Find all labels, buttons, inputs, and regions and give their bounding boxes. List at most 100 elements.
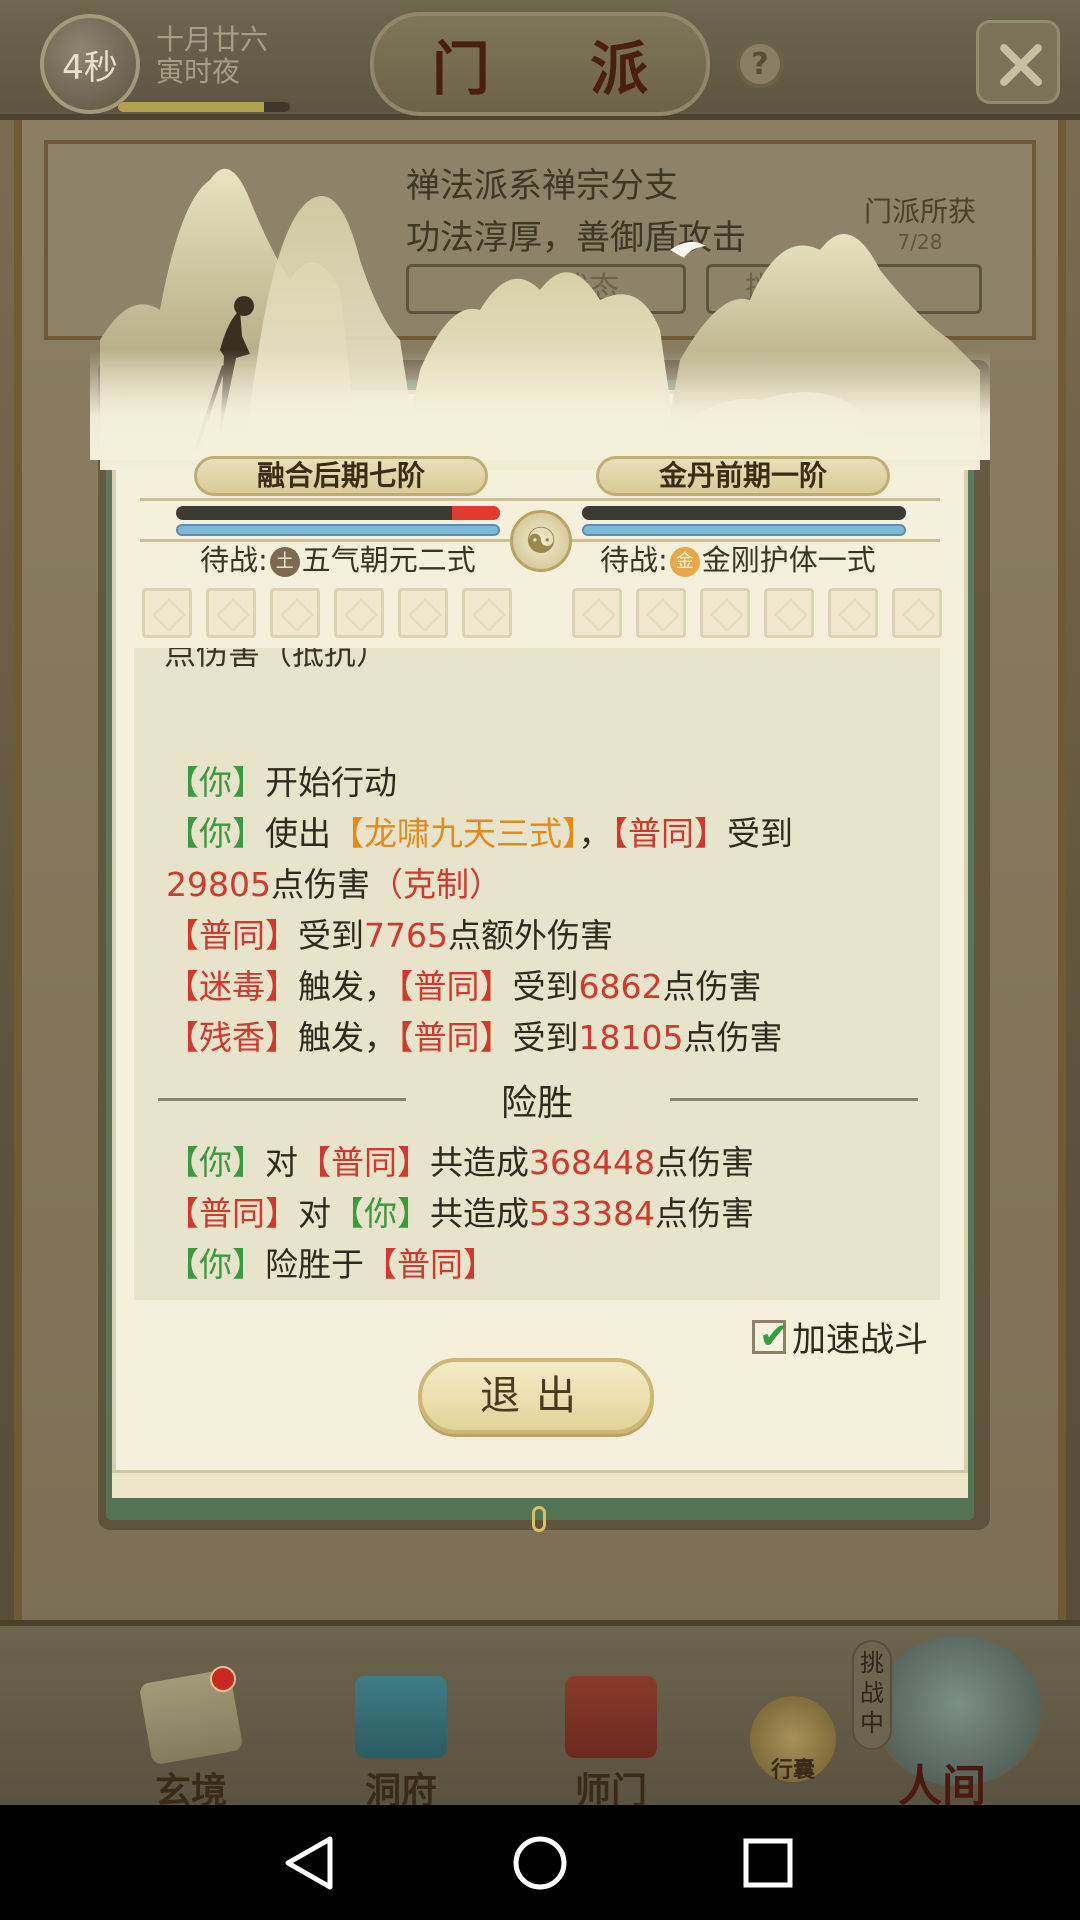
buff-slot <box>462 588 512 638</box>
player-hp-damage <box>452 506 500 520</box>
log-text: 共造成 <box>430 1194 529 1233</box>
wait-prefix: 待战: <box>600 543 668 577</box>
log-text: 点伤害 <box>683 1018 783 1057</box>
banner-icon <box>565 1676 657 1758</box>
log-text: 使出 <box>265 814 331 853</box>
log-text: 受到 <box>727 814 793 853</box>
enemy-tag: 【普同】 <box>364 1245 496 1284</box>
nav-item-shimen[interactable]: 师门 <box>536 1676 686 1812</box>
back-icon[interactable] <box>248 1805 368 1920</box>
buff-slot <box>142 588 192 638</box>
enemy-tag: 【普同】 <box>166 1194 298 1233</box>
top-bar: 4秒 十月廿六 寅时夜 门 派 ? <box>0 0 1080 120</box>
timer-badge: 4秒 <box>40 14 140 114</box>
counter-tag: （克制） <box>369 865 502 904</box>
skill-name: 五气朝元二式 <box>301 543 476 577</box>
buff-slot <box>764 588 814 638</box>
player-mp-bar <box>176 524 500 536</box>
log-text: 险胜于 <box>265 1245 364 1284</box>
time-progress-bar <box>118 102 290 112</box>
log-text: 共造成 <box>430 1143 529 1182</box>
log-text: 受到 <box>298 916 364 955</box>
checkbox[interactable]: ✔ <box>752 1315 790 1357</box>
damage-number: 7765 <box>364 916 448 955</box>
nav-item-dongfu[interactable]: 洞府 <box>326 1676 476 1812</box>
enemy-realm-label: 金丹前期一阶 <box>596 456 890 496</box>
taiji-icon: ☯ <box>510 510 572 572</box>
buff-slot <box>828 588 878 638</box>
log-text: 点伤害 <box>662 967 762 1006</box>
log-line: 【普同】受到7765点额外伤害 <box>166 911 613 961</box>
enemy-next-skill: 待战: 金金刚护体一式 <box>600 540 876 580</box>
page-title: 门 派 <box>370 12 710 116</box>
damage-number: 368448 <box>529 1143 655 1182</box>
battle-log[interactable]: 点伤害（抵抗） 【你】开始行动 【你】使出【龙啸九天三式】，【普同】受到 298… <box>134 648 940 1300</box>
player-tag: 【你】 <box>166 1143 265 1182</box>
speed-battle-checkbox[interactable]: ✔ 加速战斗 <box>752 1312 928 1361</box>
log-text: 受到 <box>512 967 579 1006</box>
notification-dot <box>210 1666 236 1692</box>
damage-number: 29805 <box>166 865 271 904</box>
result-divider <box>670 1098 918 1101</box>
log-text: 受到 <box>512 1018 579 1057</box>
challenge-status-tag: 挑战中 <box>852 1640 892 1750</box>
pin-icon <box>532 1506 546 1532</box>
check-icon: ✔ <box>759 1315 790 1357</box>
buff-slot <box>206 588 256 638</box>
log-text: 对 <box>298 1194 331 1233</box>
buff-slot <box>636 588 686 638</box>
buff-slot <box>334 588 384 638</box>
player-next-skill: 待战: 土五气朝元二式 <box>200 540 476 580</box>
skill-tag: 【龙啸九天三式】 <box>331 814 579 853</box>
enemy-tag: 【普同】 <box>166 916 298 955</box>
log-text: 点伤害 <box>270 865 370 904</box>
log-line: 【残香】触发，【普同】受到18105点伤害 <box>166 1013 782 1063</box>
nav-label: 行囊 <box>770 1757 815 1783</box>
enemy-tag: 【普同】 <box>397 1018 513 1057</box>
recent-apps-icon[interactable] <box>708 1805 828 1920</box>
log-text: ， <box>578 814 612 853</box>
effect-tag: 【残香】 <box>166 1018 298 1057</box>
result-line: 【普同】对【你】共造成533384点伤害 <box>166 1189 754 1239</box>
mist-overlay <box>90 350 990 460</box>
earth-element-icon: 土 <box>269 547 300 577</box>
buff-slot <box>700 588 750 638</box>
log-line-partial: 点伤害（抵抗） <box>164 648 389 672</box>
wait-prefix: 待战: <box>200 543 268 577</box>
log-text: 点伤害 <box>654 1194 754 1233</box>
paper-edge <box>112 1470 968 1498</box>
log-text: 点伤害 <box>654 1143 754 1182</box>
speed-battle-label: 加速战斗 <box>792 1320 928 1360</box>
player-tag: 【你】 <box>166 814 265 853</box>
close-button[interactable] <box>976 20 1060 104</box>
log-text: 对 <box>265 1143 298 1182</box>
metal-element-icon: 金 <box>669 547 700 577</box>
damage-number: 6862 <box>578 967 663 1006</box>
buff-slot <box>892 588 942 638</box>
result-line: 【你】险胜于【普同】 <box>166 1240 496 1290</box>
home-icon[interactable] <box>480 1805 600 1920</box>
player-tag: 【你】 <box>331 1194 430 1233</box>
time-line: 寅时夜 <box>156 55 241 88</box>
log-text: 点额外伤害 <box>447 916 613 955</box>
player-tag: 【你】 <box>166 1245 265 1284</box>
nav-item-xuanjing[interactable]: 玄境 <box>116 1668 266 1812</box>
enemy-tag: 【普同】 <box>397 967 513 1006</box>
log-line: 【你】开始行动 <box>166 758 397 808</box>
player-tag: 【你】 <box>166 763 265 802</box>
buff-slot <box>270 588 320 638</box>
effect-tag: 【迷毒】 <box>166 967 298 1006</box>
buff-slot <box>398 588 448 638</box>
damage-number: 18105 <box>578 1018 684 1057</box>
exit-button[interactable]: 退出 <box>418 1358 654 1434</box>
date-line: 十月廿六 <box>156 23 269 56</box>
pavilion-icon <box>355 1676 447 1758</box>
help-button[interactable]: ? <box>736 40 784 88</box>
enemy-buff-slots <box>572 588 942 638</box>
enemy-tag: 【普同】 <box>611 814 728 853</box>
log-line: 【迷毒】触发，【普同】受到6862点伤害 <box>166 962 761 1012</box>
log-line: 29805点伤害（克制） <box>166 860 502 910</box>
skill-name: 金刚护体一式 <box>701 543 876 577</box>
enemy-mp-bar <box>582 524 906 536</box>
result-line: 【你】对【普同】共造成368448点伤害 <box>166 1138 754 1188</box>
